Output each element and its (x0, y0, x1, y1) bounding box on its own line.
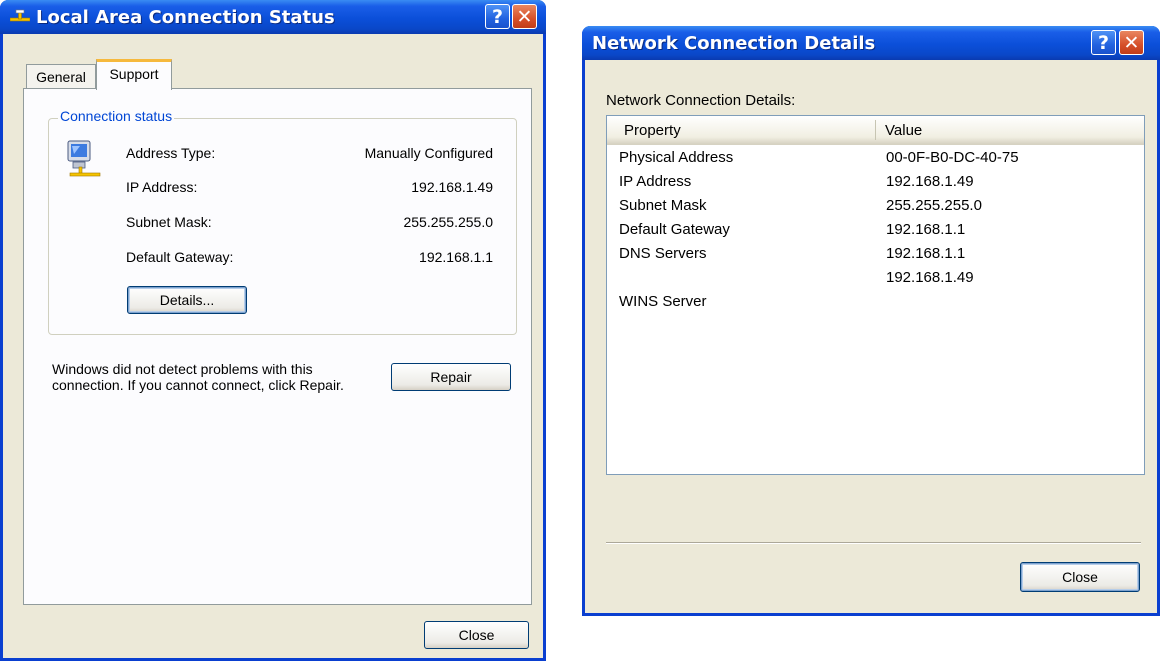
group-title: Connection status (58, 108, 175, 124)
property-cell: DNS Servers (619, 245, 707, 262)
list-item[interactable]: WINS Server (607, 290, 1144, 314)
repair-button[interactable]: Repair (391, 363, 511, 391)
default-gateway-label: Default Gateway: (126, 249, 234, 265)
column-separator[interactable] (875, 120, 876, 140)
title-bar[interactable]: Network Connection Details ? ✕ (582, 26, 1160, 60)
dialog-client-area: Network Connection Details: Property Val… (585, 60, 1157, 613)
details-heading: Network Connection Details: (606, 92, 796, 109)
list-header: Property Value (607, 116, 1144, 145)
network-connection-details-window: Network Connection Details ? ✕ Network C… (582, 26, 1160, 616)
help-button[interactable]: ? (485, 4, 510, 29)
value-cell: 00-0F-B0-DC-40-75 (886, 149, 1019, 166)
value-cell: 192.168.1.49 (886, 269, 974, 286)
support-tab-page: Connection status Address Type: Manually… (23, 88, 532, 605)
property-cell: Default Gateway (619, 221, 730, 238)
ip-address-value: 192.168.1.49 (411, 179, 493, 195)
window-title: Network Connection Details (592, 33, 876, 54)
value-cell: 192.168.1.49 (886, 173, 974, 190)
list-item[interactable]: 192.168.1.49 (607, 266, 1144, 290)
default-gateway-value: 192.168.1.1 (419, 249, 493, 265)
list-item[interactable]: DNS Servers 192.168.1.1 (607, 242, 1144, 266)
close-window-button[interactable]: ✕ (1119, 30, 1144, 55)
list-item[interactable]: Default Gateway 192.168.1.1 (607, 218, 1144, 242)
list-item[interactable]: IP Address 192.168.1.49 (607, 170, 1144, 194)
tab-general[interactable]: General (26, 64, 96, 88)
close-button[interactable]: Close (1020, 562, 1140, 592)
column-header-property[interactable]: Property (624, 122, 681, 139)
value-cell: 192.168.1.1 (886, 245, 966, 262)
subnet-mask-label: Subnet Mask: (126, 214, 212, 230)
close-window-button[interactable]: ✕ (512, 4, 537, 29)
property-cell: Subnet Mask (619, 197, 707, 214)
repair-message: Windows did not detect problems with thi… (52, 361, 344, 393)
network-computer-icon (64, 137, 106, 179)
address-type-label: Address Type: (126, 145, 216, 161)
tab-support[interactable]: Support (96, 59, 172, 90)
separator-line (606, 542, 1141, 544)
help-button[interactable]: ? (1091, 30, 1116, 55)
title-bar[interactable]: Local Area Connection Status ? ✕ (0, 0, 546, 34)
list-item[interactable]: Physical Address 00-0F-B0-DC-40-75 (607, 146, 1144, 170)
property-cell: IP Address (619, 173, 692, 190)
close-button[interactable]: Close (424, 621, 529, 649)
address-type-value: Manually Configured (364, 145, 493, 161)
dialog-client-area: General Support Connection status Addres… (3, 34, 543, 658)
local-area-connection-status-window: Local Area Connection Status ? ✕ General… (0, 0, 546, 661)
column-header-value[interactable]: Value (885, 122, 922, 139)
value-cell: 192.168.1.1 (886, 221, 966, 238)
details-button[interactable]: Details... (127, 286, 247, 314)
list-item[interactable]: Subnet Mask 255.255.255.0 (607, 194, 1144, 218)
window-title: Local Area Connection Status (36, 7, 335, 28)
property-cell: Physical Address (619, 149, 734, 166)
ip-address-label: IP Address: (126, 179, 198, 195)
subnet-mask-value: 255.255.255.0 (403, 214, 493, 230)
network-connection-icon (9, 9, 31, 25)
property-cell: WINS Server (619, 293, 707, 310)
details-list[interactable]: Property Value Physical Address 00-0F-B0… (606, 115, 1145, 475)
value-cell: 255.255.255.0 (886, 197, 982, 214)
